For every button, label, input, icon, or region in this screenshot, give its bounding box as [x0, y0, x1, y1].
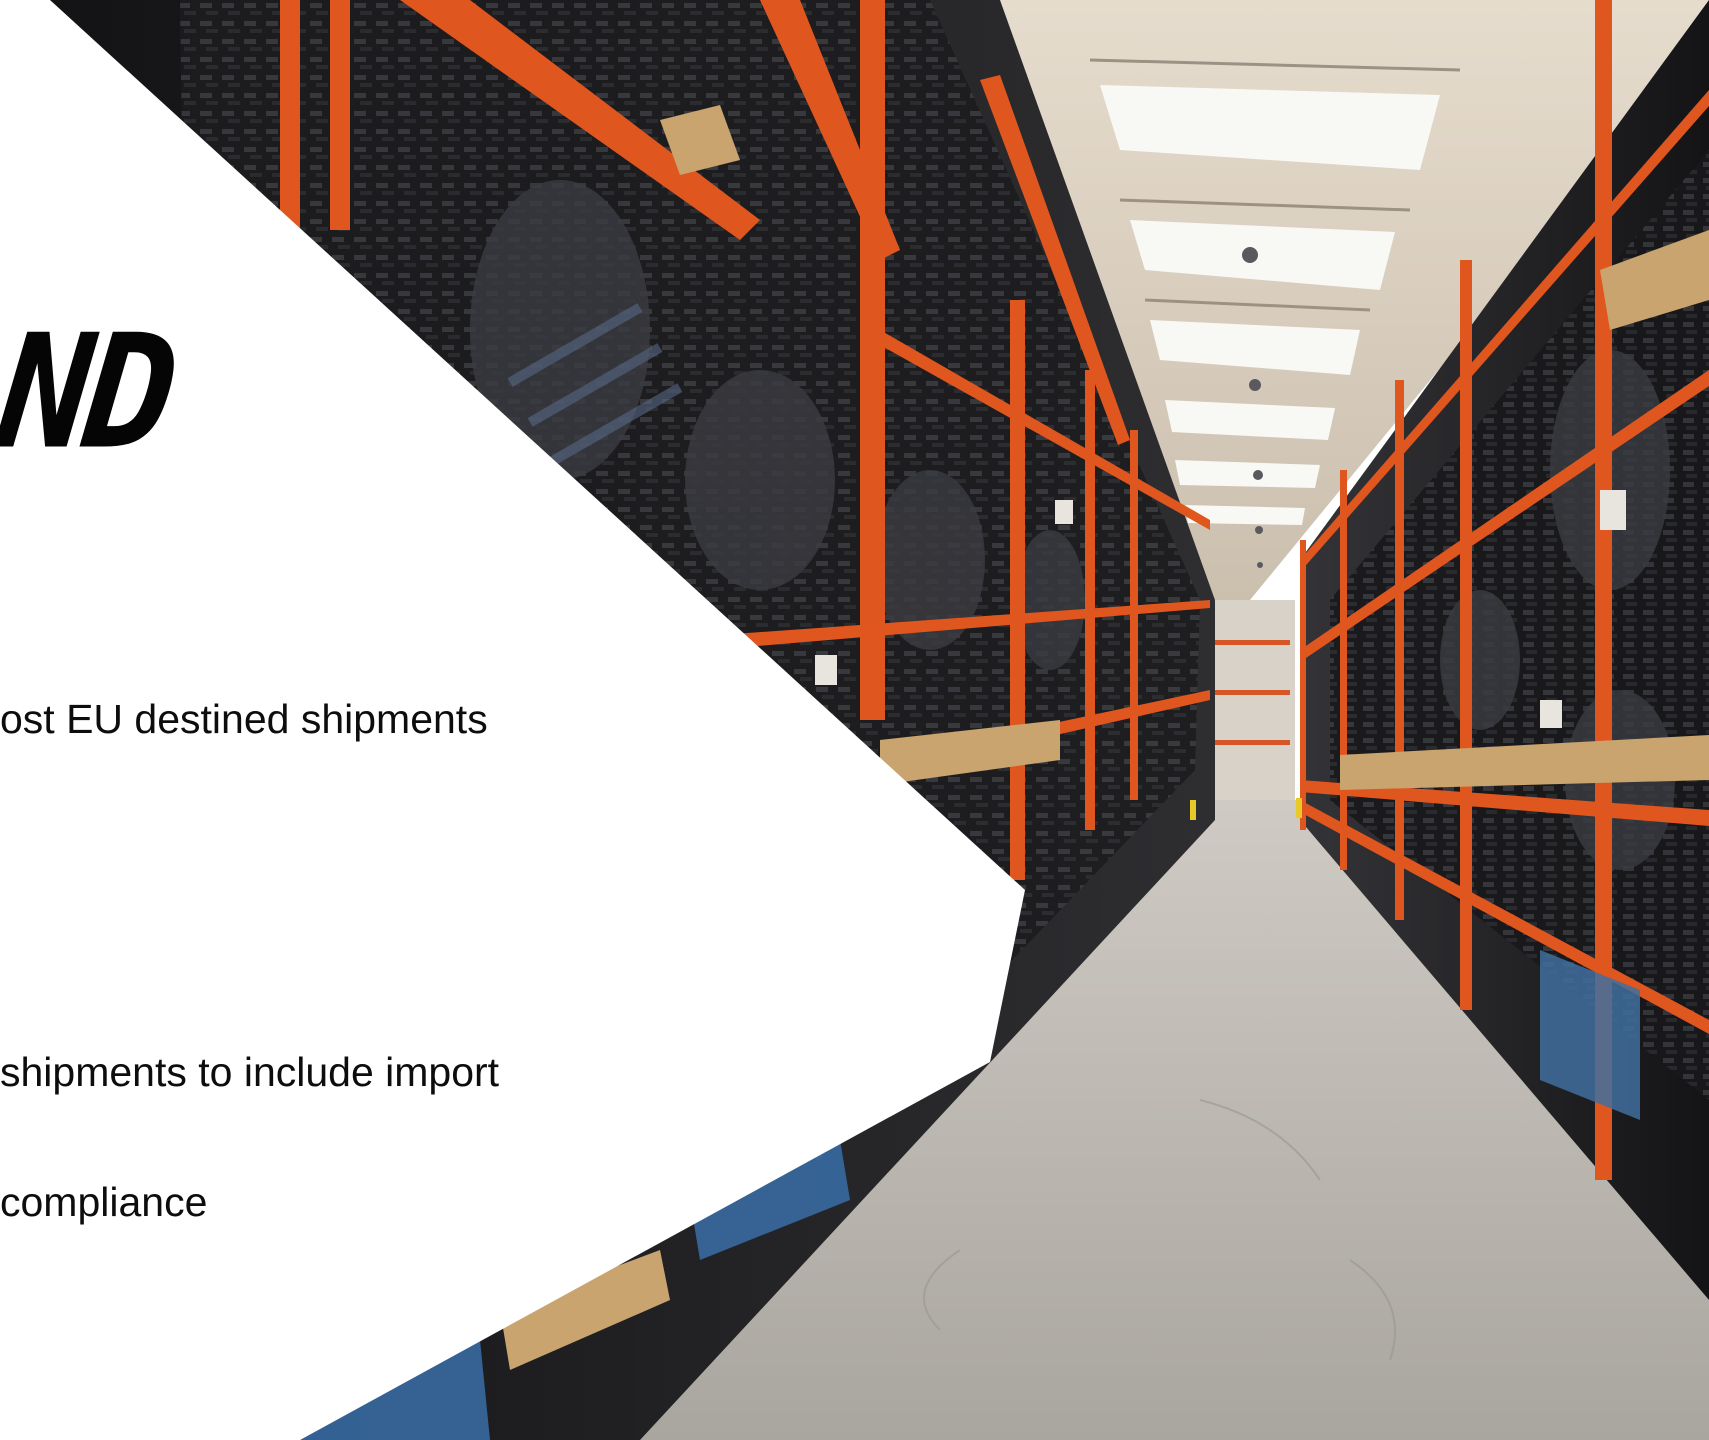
slide: AND ost EU destined shipments shipments …	[0, 0, 1709, 1440]
bullet-text-3: compliance	[0, 1179, 208, 1225]
bullet-text-1: ost EU destined shipments	[0, 696, 488, 742]
bullet-text-2: shipments to include import	[0, 1049, 500, 1095]
slide-heading: AND	[0, 301, 180, 485]
